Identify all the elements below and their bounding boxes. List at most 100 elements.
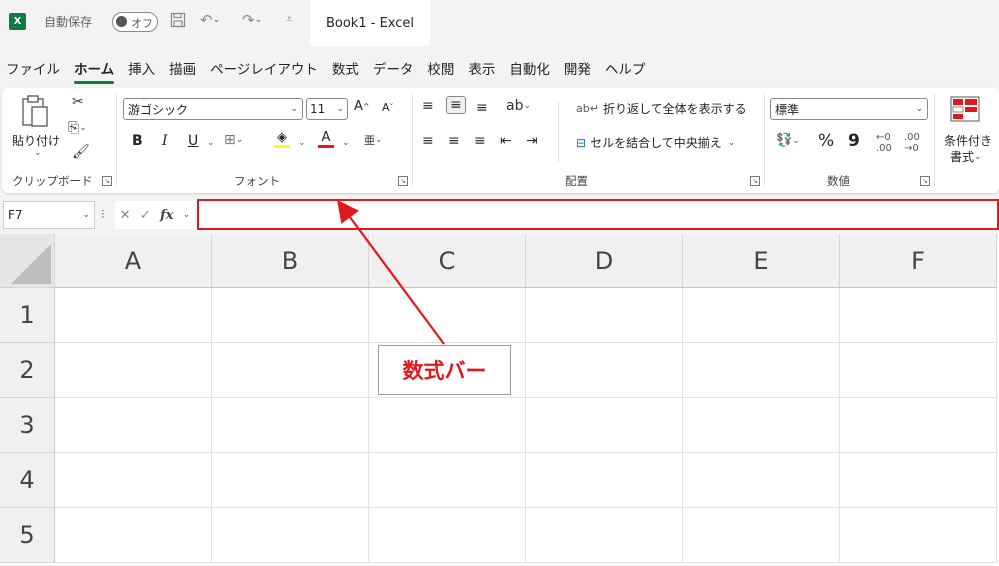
tab-draw[interactable]: 描画	[169, 58, 196, 82]
percent-button[interactable]: %	[818, 131, 834, 151]
conditional-format-label-2[interactable]: 書式 ⌄	[950, 148, 982, 165]
cell-c5[interactable]	[369, 508, 526, 563]
cell-a1[interactable]	[55, 288, 212, 343]
row-header-3[interactable]: 3	[0, 398, 55, 453]
cell-d5[interactable]	[526, 508, 683, 563]
font-launcher-icon[interactable]: ↘	[398, 176, 408, 186]
column-header-c[interactable]: C	[369, 234, 526, 288]
cell-a5[interactable]	[55, 508, 212, 563]
insert-function-button[interactable]: fx	[160, 208, 173, 223]
cell-a4[interactable]	[55, 453, 212, 508]
cell-d2[interactable]	[526, 343, 683, 398]
align-bottom-icon[interactable]: ≡	[476, 100, 488, 116]
cell-c1[interactable]	[369, 288, 526, 343]
orientation-icon[interactable]: ab ⌄	[506, 98, 531, 114]
column-header-b[interactable]: B	[212, 234, 369, 288]
cell-a3[interactable]	[55, 398, 212, 453]
increase-indent-icon[interactable]: ⇥	[526, 133, 538, 149]
align-center-icon[interactable]: ≡	[448, 133, 460, 149]
chevron-down-icon[interactable]: ⌄	[342, 138, 350, 148]
column-header-a[interactable]: A	[55, 234, 212, 288]
column-header-e[interactable]: E	[683, 234, 840, 288]
font-color-icon[interactable]: A	[318, 130, 334, 148]
bold-button[interactable]: B	[132, 133, 143, 149]
tab-formulas[interactable]: 数式	[332, 58, 359, 82]
cell-d3[interactable]	[526, 398, 683, 453]
decrease-indent-icon[interactable]: ⇤	[500, 133, 512, 149]
tab-page-layout[interactable]: ページレイアウト	[210, 58, 318, 82]
customize-icon[interactable]: ⩡	[286, 12, 293, 27]
row-header-2[interactable]: 2	[0, 343, 55, 398]
decrease-decimal-icon[interactable]: .00 →0	[904, 132, 920, 154]
cell-e3[interactable]	[683, 398, 840, 453]
cell-d1[interactable]	[526, 288, 683, 343]
column-header-f[interactable]: F	[840, 234, 997, 288]
enter-icon[interactable]: ✓	[140, 208, 151, 223]
row-header-5[interactable]: 5	[0, 508, 55, 563]
cell-f3[interactable]	[840, 398, 997, 453]
cell-b5[interactable]	[212, 508, 369, 563]
cell-b2[interactable]	[212, 343, 369, 398]
cell-c3[interactable]	[369, 398, 526, 453]
align-middle-icon[interactable]: ≡	[446, 96, 466, 114]
tab-home[interactable]: ホーム	[74, 58, 115, 84]
font-size-select[interactable]: 11 ⌄	[306, 98, 348, 120]
wrap-text-button[interactable]: ab↵ 折り返して全体を表示する	[576, 100, 747, 117]
italic-button[interactable]: I	[162, 133, 168, 149]
cell-f1[interactable]	[840, 288, 997, 343]
autosave-toggle[interactable]: オフ	[112, 12, 158, 32]
tab-automate[interactable]: 自動化	[509, 58, 550, 82]
increase-font-icon[interactable]: A ^	[354, 99, 370, 114]
tab-file[interactable]: ファイル	[6, 58, 60, 82]
underline-button[interactable]: U	[188, 133, 198, 149]
tab-developer[interactable]: 開発	[564, 58, 591, 82]
name-box[interactable]: F7 ⌄	[3, 201, 95, 229]
currency-icon[interactable]: 💱 ⌄	[776, 133, 800, 148]
cancel-icon[interactable]: ✕	[120, 208, 131, 223]
alignment-launcher-icon[interactable]: ↘	[750, 176, 760, 186]
decrease-font-icon[interactable]: Aˇ	[382, 101, 394, 114]
tab-insert[interactable]: 挿入	[128, 58, 155, 82]
tab-view[interactable]: 表示	[468, 58, 495, 82]
format-painter-icon[interactable]: 🖌	[72, 144, 90, 160]
conditional-format-icon[interactable]	[950, 96, 980, 122]
paste-chevron-icon[interactable]: ⌄	[34, 148, 42, 158]
row-header-4[interactable]: 4	[0, 453, 55, 508]
select-all-button[interactable]	[0, 234, 55, 288]
fill-color-icon[interactable]: ◈	[274, 130, 290, 148]
number-launcher-icon[interactable]: ↘	[920, 176, 930, 186]
conditional-format-label-1[interactable]: 条件付き	[944, 132, 992, 149]
paste-icon[interactable]	[20, 94, 50, 128]
merge-center-button[interactable]: ⊟ セルを結合して中央揃え ⌄	[576, 134, 735, 151]
cell-f2[interactable]	[840, 343, 997, 398]
number-format-select[interactable]: 標準 ⌄	[770, 98, 928, 120]
align-top-icon[interactable]: ≡	[422, 98, 434, 114]
paste-button[interactable]: 貼り付け	[12, 132, 60, 149]
cell-f4[interactable]	[840, 453, 997, 508]
cell-b4[interactable]	[212, 453, 369, 508]
align-left-icon[interactable]: ≡	[422, 133, 434, 149]
border-icon[interactable]: ⊞ ⌄	[224, 132, 243, 148]
cell-e5[interactable]	[683, 508, 840, 563]
phonetic-icon[interactable]: 亜 ⌄	[364, 132, 383, 148]
tab-data[interactable]: データ	[373, 58, 414, 82]
cell-e2[interactable]	[683, 343, 840, 398]
tab-help[interactable]: ヘルプ	[605, 58, 646, 82]
tab-review[interactable]: 校閲	[427, 58, 454, 82]
row-header-1[interactable]: 1	[0, 288, 55, 343]
align-right-icon[interactable]: ≡	[474, 133, 486, 149]
cell-f5[interactable]	[840, 508, 997, 563]
comma-button[interactable]: 9	[848, 131, 860, 151]
chevron-down-icon[interactable]: ⌄	[298, 138, 306, 148]
column-header-d[interactable]: D	[526, 234, 683, 288]
chevron-down-icon[interactable]: ⌄	[207, 138, 215, 148]
formula-bar-input[interactable]	[197, 199, 999, 230]
cell-a2[interactable]	[55, 343, 212, 398]
font-name-select[interactable]: 游ゴシック ⌄	[123, 98, 303, 120]
copy-icon[interactable]: ⎘ ⌄	[68, 120, 87, 136]
undo-icon[interactable]: ↶ ⌄	[200, 11, 220, 29]
clipboard-launcher-icon[interactable]: ↘	[102, 176, 112, 186]
redo-icon[interactable]: ↷ ⌄	[242, 11, 262, 29]
cell-d4[interactable]	[526, 453, 683, 508]
save-icon[interactable]	[170, 12, 186, 28]
